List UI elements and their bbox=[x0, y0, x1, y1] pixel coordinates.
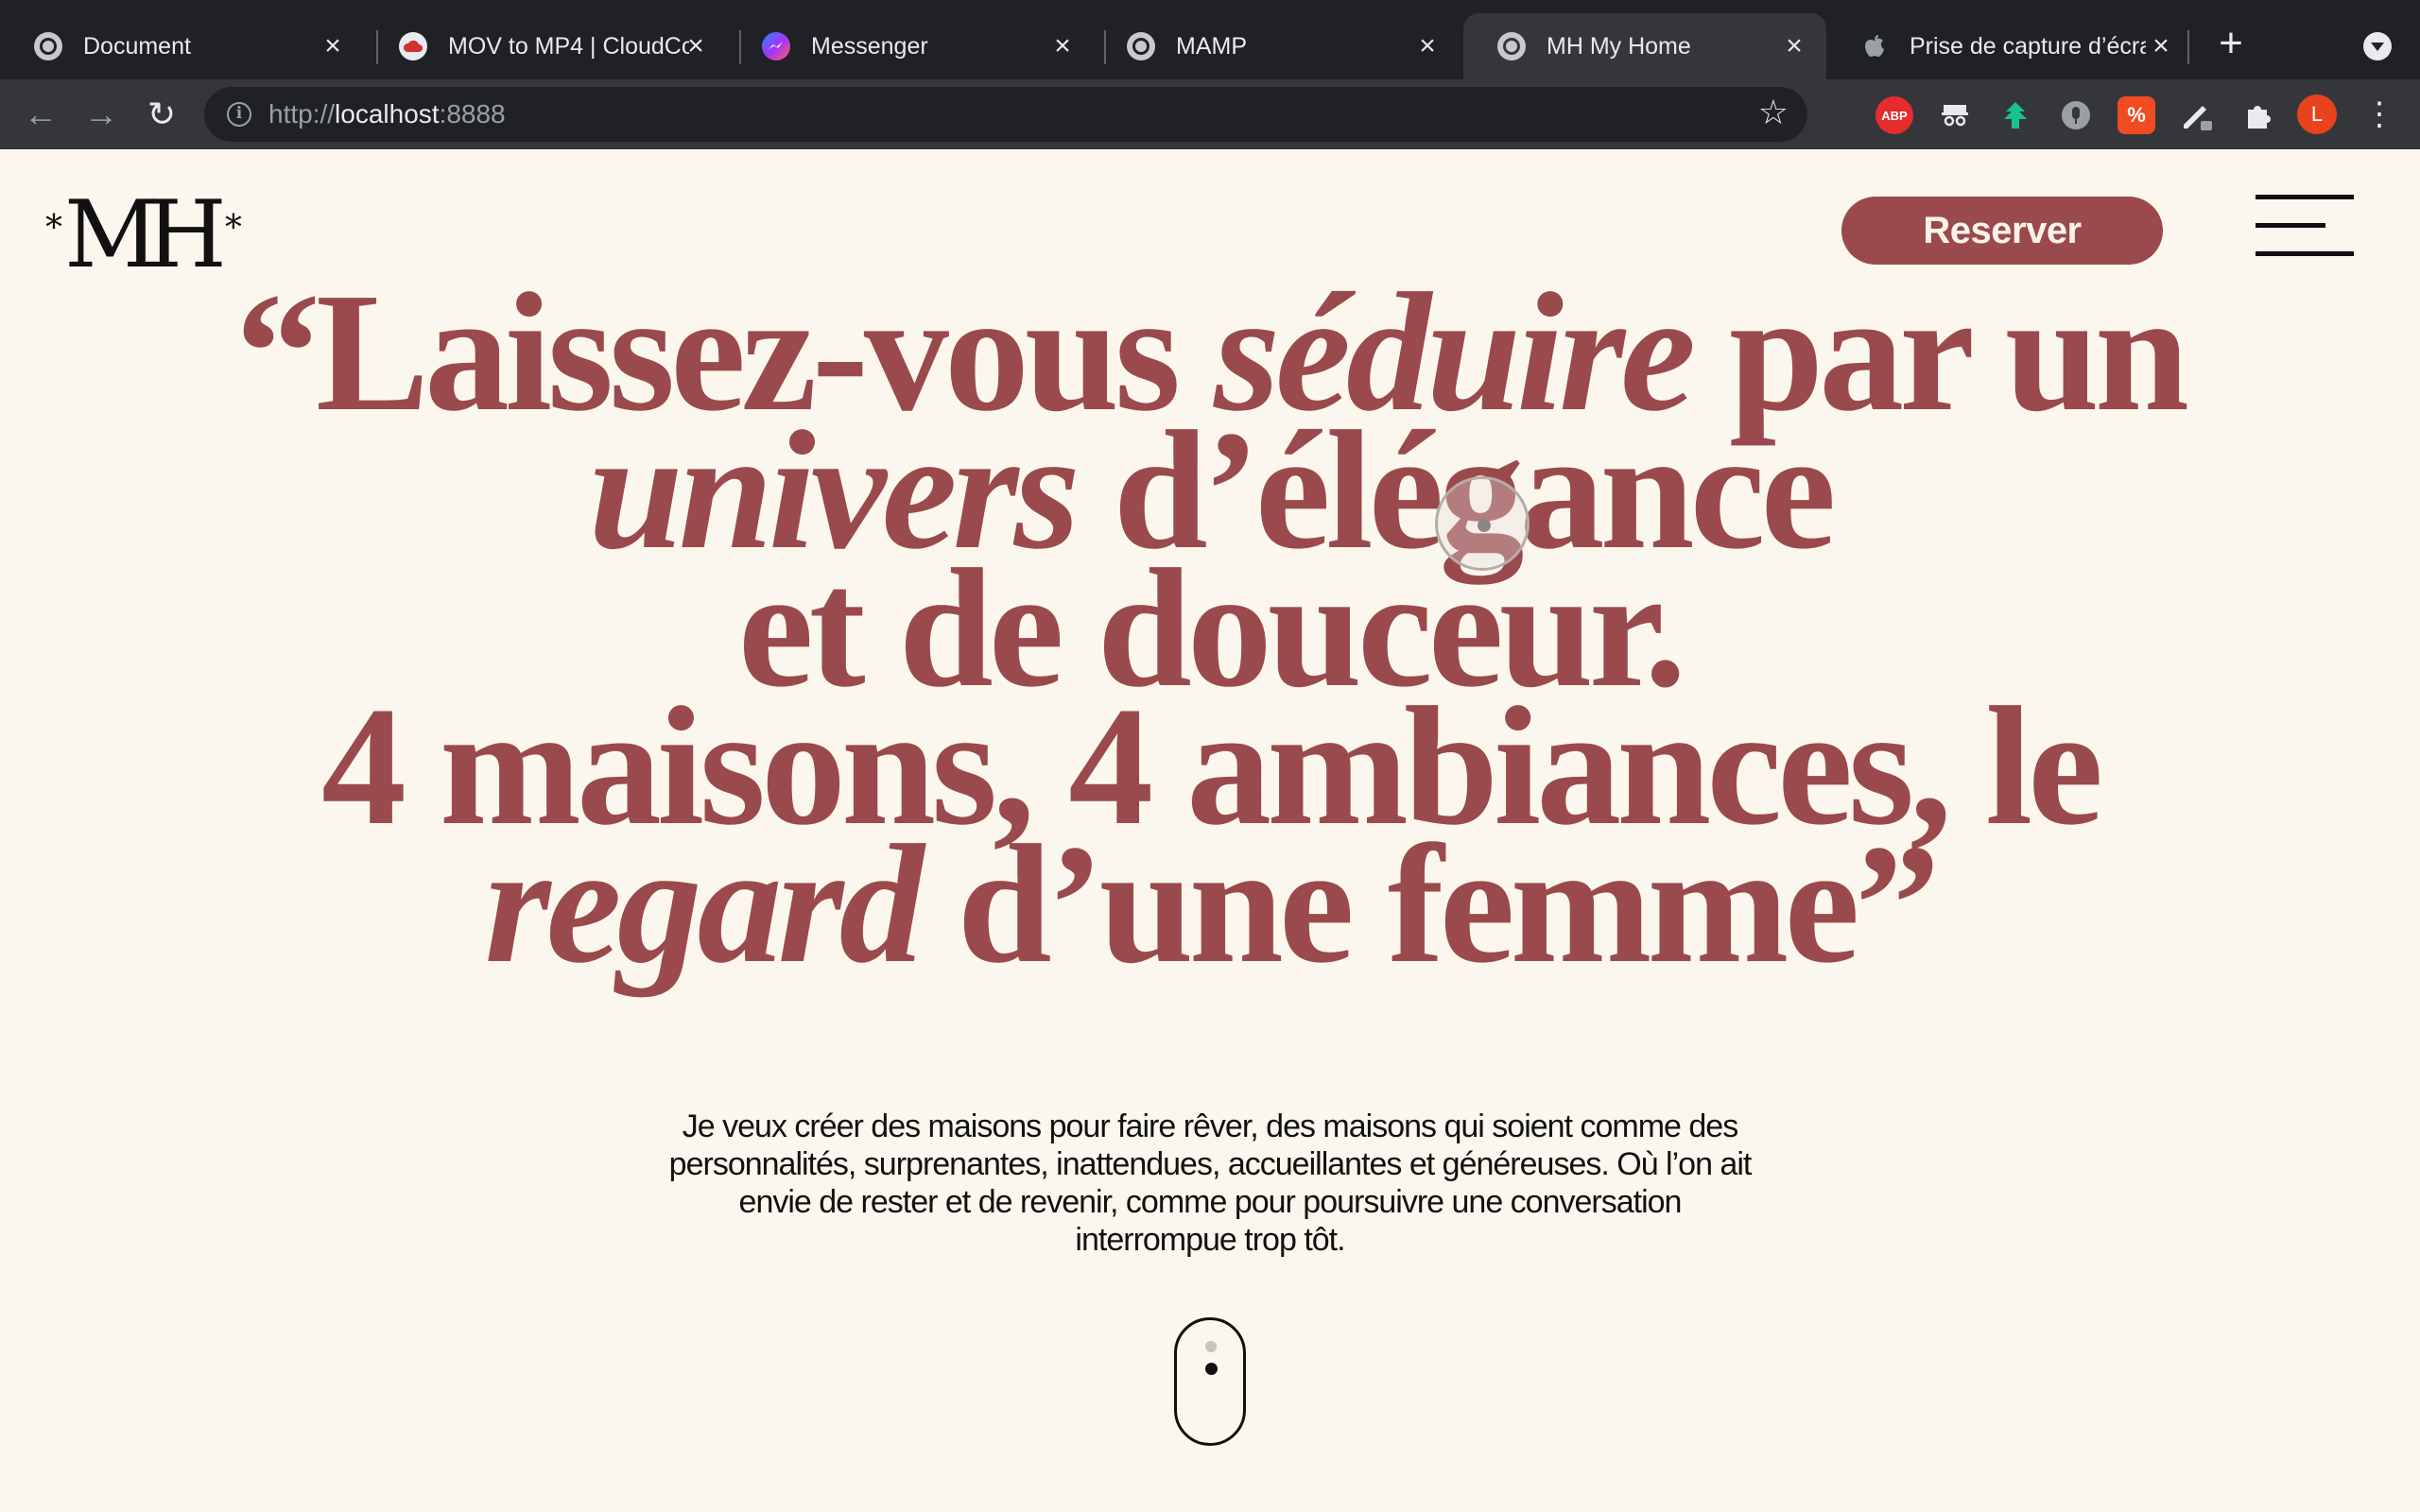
logo-monogram: MH bbox=[64, 181, 227, 289]
browser-tab[interactable]: Messenger × bbox=[728, 13, 1095, 79]
browser-tab[interactable]: Prise de capture d’écran × bbox=[1826, 13, 2193, 79]
adblock-plus-icon[interactable]: ABP bbox=[1876, 96, 1913, 134]
browser-tab-active[interactable]: MH My Home × bbox=[1463, 13, 1826, 79]
pen-extension-icon[interactable] bbox=[2178, 96, 2216, 134]
mamp-elephant-icon bbox=[1497, 32, 1526, 60]
tab-search-chevron-icon[interactable] bbox=[2363, 32, 2392, 60]
browser-toolbar: ← → ↻ i http://localhost:8888 ☆ ABP % L … bbox=[0, 79, 2420, 149]
tab-title: Messenger bbox=[811, 32, 928, 60]
browser-tab[interactable]: MOV to MP4 | CloudConvert × bbox=[365, 13, 728, 79]
close-tab-icon[interactable]: × bbox=[1779, 31, 1809, 61]
microphone-extension-icon[interactable] bbox=[2057, 96, 2095, 134]
intro-paragraph: Je veux créer des maisons pour faire rêv… bbox=[668, 1108, 1753, 1258]
cloudconvert-icon bbox=[399, 32, 427, 60]
logo-star-right: * bbox=[224, 209, 242, 248]
new-tab-plus-icon[interactable]: + bbox=[2212, 23, 2250, 64]
forward-arrow-icon[interactable]: → bbox=[78, 91, 125, 138]
close-tab-icon[interactable]: × bbox=[1047, 31, 1078, 61]
browser-tab-strip: Document × MOV to MP4 | CloudConvert × M… bbox=[0, 0, 2420, 79]
address-bar[interactable]: i http://localhost:8888 ☆ bbox=[204, 87, 1807, 142]
tab-title: Prise de capture d’écran bbox=[1910, 32, 2146, 60]
messenger-icon bbox=[762, 32, 790, 60]
site-logo[interactable]: * MH * bbox=[45, 189, 242, 282]
scroll-dot bbox=[1205, 1341, 1217, 1352]
scroll-dot bbox=[1205, 1363, 1218, 1375]
tree-extension-icon[interactable] bbox=[1996, 96, 2034, 134]
tab-title: MOV to MP4 | CloudConvert bbox=[448, 32, 689, 60]
browser-tab[interactable]: Document × bbox=[0, 13, 365, 79]
tab-title: MAMP bbox=[1176, 32, 1247, 60]
hamburger-menu-icon[interactable] bbox=[2256, 195, 2354, 257]
close-tab-icon[interactable]: × bbox=[1412, 31, 1443, 61]
logo-star-left: * bbox=[45, 209, 62, 248]
tab-divider bbox=[2187, 30, 2189, 64]
browser-menu-icon[interactable]: ⋮ bbox=[2363, 93, 2395, 136]
close-tab-icon[interactable]: × bbox=[2146, 31, 2176, 61]
mamp-elephant-icon bbox=[1127, 32, 1155, 60]
back-arrow-icon[interactable]: ← bbox=[17, 91, 64, 138]
hero-quote: “Laissez-vous séduire par un univers d’é… bbox=[170, 267, 2250, 989]
mamp-elephant-icon bbox=[34, 32, 62, 60]
close-tab-icon[interactable]: × bbox=[681, 31, 711, 61]
reload-icon[interactable]: ↻ bbox=[138, 91, 185, 138]
tab-title: Document bbox=[83, 32, 191, 60]
reserve-button[interactable]: Reserver bbox=[1841, 197, 2163, 265]
site-info-icon[interactable]: i bbox=[227, 102, 251, 127]
tab-title: MH My Home bbox=[1547, 32, 1691, 60]
incognito-extension-icon[interactable] bbox=[1936, 96, 1974, 134]
custom-cursor bbox=[1435, 476, 1530, 571]
menu-line bbox=[2256, 251, 2354, 256]
url-text: http://localhost:8888 bbox=[268, 99, 506, 129]
apple-icon bbox=[1860, 32, 1889, 60]
bookmark-star-icon[interactable]: ☆ bbox=[1758, 93, 1789, 132]
menu-line bbox=[2256, 223, 2325, 228]
close-tab-icon[interactable]: × bbox=[318, 31, 348, 61]
menu-line bbox=[2256, 195, 2354, 199]
scroll-mouse-icon[interactable] bbox=[1174, 1317, 1246, 1446]
browser-tab[interactable]: MAMP × bbox=[1093, 13, 1460, 79]
percent-extension-icon[interactable]: % bbox=[2118, 96, 2155, 134]
puzzle-icon[interactable] bbox=[2238, 96, 2276, 134]
profile-avatar[interactable]: L bbox=[2297, 94, 2337, 134]
